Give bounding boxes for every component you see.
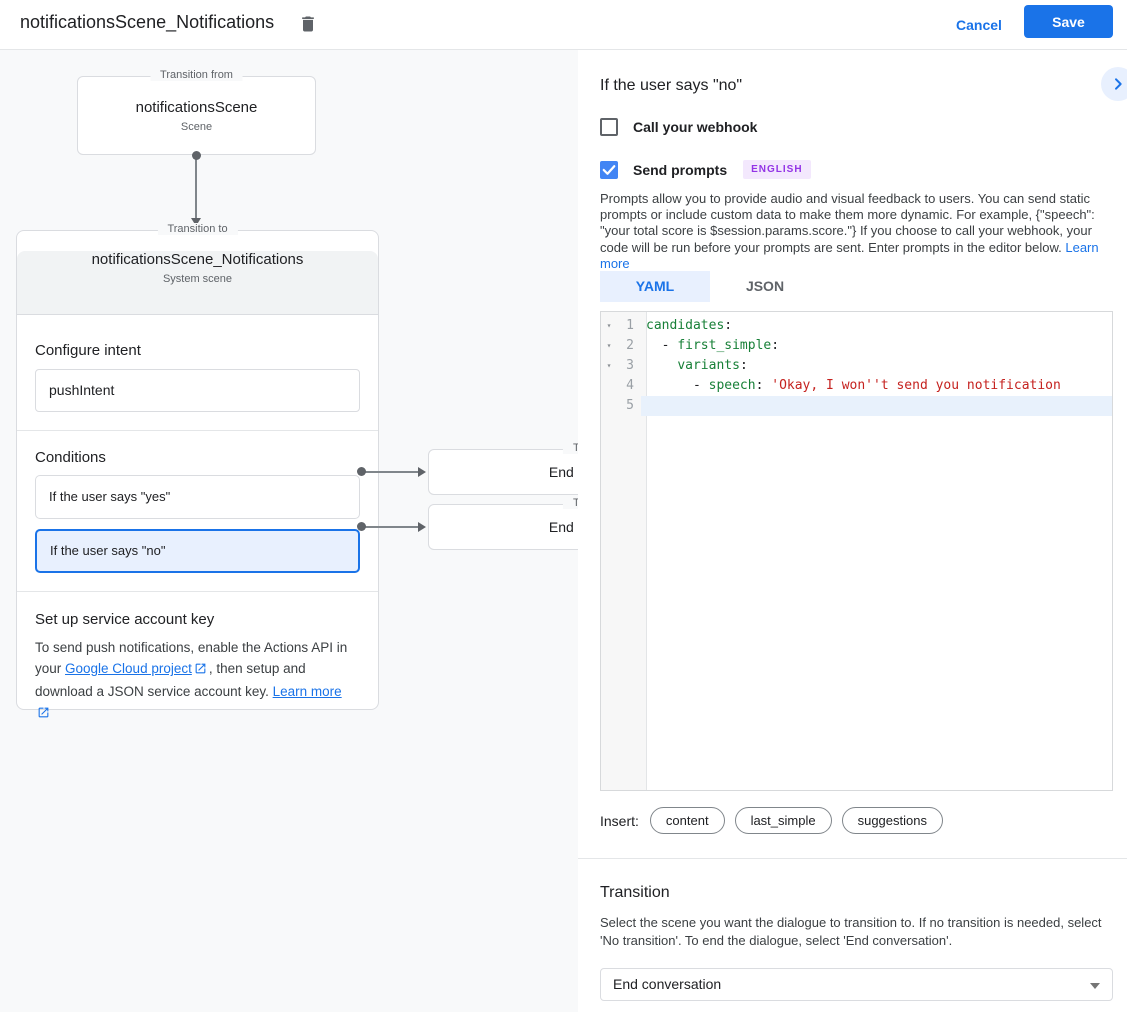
transition-from-legend: Transition from xyxy=(150,69,243,81)
transition-heading: Transition xyxy=(600,884,670,902)
editor-format-tabs: YAML JSON xyxy=(600,271,820,302)
arrow-right-icon xyxy=(418,522,426,532)
insert-toolbar: Insert: content last_simple suggestions xyxy=(600,807,953,834)
send-prompts-label: Send prompts xyxy=(633,162,727,178)
transition-to-card: Transition to notificationsScene_Notific… xyxy=(16,230,379,710)
code-text: variants: xyxy=(641,356,1112,376)
learn-more-link[interactable]: Learn more xyxy=(273,684,342,699)
service-key-paragraph: To send push notifications, enable the A… xyxy=(35,637,360,725)
end-node-label: End conversation xyxy=(429,450,578,494)
scene-editor-app: notificationsScene_Notifications Cancel … xyxy=(0,0,1127,1012)
condition-yes-output-dot[interactable] xyxy=(357,467,366,476)
transition-to-legend: Transition to xyxy=(563,497,578,509)
line-number: 4 xyxy=(617,376,641,396)
fold-arrow-icon xyxy=(601,396,617,416)
service-key-heading: Set up service account key xyxy=(35,611,360,628)
chevron-down-icon xyxy=(1090,983,1100,989)
end-conversation-node-yes[interactable]: Transition to End conversation xyxy=(428,449,578,495)
google-cloud-project-link[interactable]: Google Cloud project xyxy=(65,661,192,676)
code-line: ▾ 3 variants: xyxy=(601,356,1112,376)
intent-item[interactable]: pushIntent xyxy=(35,369,360,412)
prompts-row: Send prompts ENGLISH xyxy=(600,160,811,179)
connector-line-no xyxy=(365,526,418,528)
cancel-button[interactable]: Cancel xyxy=(944,10,1014,40)
code-text: - first_simple: xyxy=(641,336,1112,356)
scene-diagram-canvas: Transition from notificationsScene Scene… xyxy=(0,50,578,1012)
fold-arrow-icon[interactable]: ▾ xyxy=(601,356,617,376)
call-webhook-label: Call your webhook xyxy=(633,119,757,135)
from-node-subtitle: Scene xyxy=(78,121,315,133)
save-button[interactable]: Save xyxy=(1024,5,1113,38)
top-bar: notificationsScene_Notifications Cancel … xyxy=(0,0,1127,50)
tab-yaml[interactable]: YAML xyxy=(600,271,710,302)
prompts-description: Prompts allow you to provide audio and v… xyxy=(600,191,1116,272)
external-link-icon xyxy=(194,660,207,681)
scene-card-title: notificationsScene_Notifications xyxy=(17,251,378,268)
line-number: 2 xyxy=(617,336,641,356)
transition-select[interactable]: End conversation xyxy=(600,968,1113,1001)
code-text: candidates: xyxy=(641,316,1112,336)
send-prompts-checkbox[interactable] xyxy=(600,161,618,179)
fold-arrow-icon[interactable]: ▾ xyxy=(601,316,617,336)
end-node-label: End conversation xyxy=(429,505,578,549)
line-number: 3 xyxy=(617,356,641,376)
chevron-right-icon xyxy=(1110,80,1126,95)
code-line: 4 - speech: 'Okay, I won''t send you not… xyxy=(601,376,1112,396)
end-conversation-node-no[interactable]: Transition to End conversation xyxy=(428,504,578,550)
condition-no-output-dot[interactable] xyxy=(357,522,366,531)
line-number: 5 xyxy=(617,396,641,416)
delete-scene-button[interactable] xyxy=(294,11,322,39)
from-node-title: notificationsScene xyxy=(78,99,315,116)
connector-line-vertical xyxy=(195,157,197,220)
condition-item-no[interactable]: If the user says "no" xyxy=(35,529,360,573)
language-badge: ENGLISH xyxy=(743,160,810,179)
transition-from-node[interactable]: Transition from notificationsScene Scene xyxy=(77,76,316,155)
tab-json[interactable]: JSON xyxy=(710,271,820,302)
card-section-divider xyxy=(17,591,378,592)
conditions-heading: Conditions xyxy=(35,449,360,466)
transition-description: Select the scene you want the dialogue t… xyxy=(600,914,1116,949)
configure-intent-heading: Configure intent xyxy=(35,342,360,359)
code-line-active: 5 xyxy=(601,396,1112,416)
fold-arrow-icon[interactable]: ▾ xyxy=(601,336,617,356)
code-lines: ▾ 1 candidates: ▾ 2 - first_simple: ▾ 3 … xyxy=(601,312,1112,416)
external-link-icon xyxy=(37,704,50,725)
code-line: ▾ 2 - first_simple: xyxy=(601,336,1112,356)
panel-divider xyxy=(578,858,1127,859)
arrow-right-icon xyxy=(418,467,426,477)
condition-item-yes[interactable]: If the user says "yes" xyxy=(35,475,360,519)
webhook-row: Call your webhook xyxy=(600,118,757,136)
scene-card-subtitle: System scene xyxy=(17,273,378,285)
scene-card-body: Configure intent pushIntent Conditions I… xyxy=(17,342,378,725)
page-title: notificationsScene_Notifications xyxy=(20,12,274,33)
transition-to-legend: Transition to xyxy=(157,223,237,235)
prompts-description-text: Prompts allow you to provide audio and v… xyxy=(600,191,1095,255)
scene-card-header: notificationsScene_Notifications System … xyxy=(17,251,378,315)
transition-select-value: End conversation xyxy=(613,969,721,1000)
connector-dot xyxy=(192,151,201,160)
collapse-panel-button[interactable] xyxy=(1101,67,1127,101)
code-text xyxy=(641,396,1112,416)
fold-arrow-icon xyxy=(601,376,617,396)
insert-chip-last-simple[interactable]: last_simple xyxy=(735,807,832,834)
insert-chip-suggestions[interactable]: suggestions xyxy=(842,807,943,834)
condition-detail-panel: If the user says "no" Call your webhook … xyxy=(578,50,1127,1012)
transition-to-legend: Transition to xyxy=(563,442,578,454)
insert-chip-content[interactable]: content xyxy=(650,807,725,834)
call-webhook-checkbox[interactable] xyxy=(600,118,618,136)
connector-line-yes xyxy=(365,471,418,473)
line-number: 1 xyxy=(617,316,641,336)
panel-title: If the user says "no" xyxy=(600,77,742,95)
card-section-divider xyxy=(17,430,378,431)
code-line: ▾ 1 candidates: xyxy=(601,316,1112,336)
yaml-code-editor[interactable]: ▾ 1 candidates: ▾ 2 - first_simple: ▾ 3 … xyxy=(600,311,1113,791)
code-text: - speech: 'Okay, I won''t send you notif… xyxy=(641,376,1112,396)
insert-label: Insert: xyxy=(600,813,639,829)
trash-icon xyxy=(298,22,318,37)
